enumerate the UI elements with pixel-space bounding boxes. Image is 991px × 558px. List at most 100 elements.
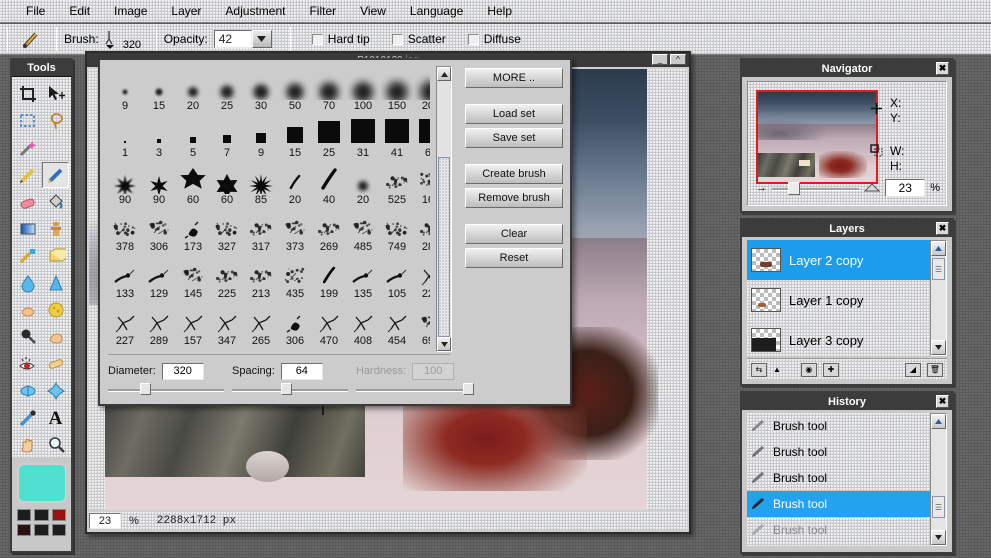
brush-swatch[interactable]: 157 <box>176 301 210 348</box>
save-set-button[interactable]: Save set <box>465 128 563 148</box>
sponge-tool[interactable] <box>42 297 69 323</box>
brush-swatch[interactable]: 221 <box>414 254 430 301</box>
brush-swatch[interactable]: 470 <box>312 301 346 348</box>
navigator-zoom-slider[interactable] <box>772 181 859 195</box>
history-list[interactable]: Brush tool Brush tool Brush tool Brush t… <box>747 413 930 546</box>
brush-swatch[interactable]: 227 <box>108 301 142 348</box>
brush-swatch[interactable]: 408 <box>346 301 380 348</box>
smudge-tool[interactable] <box>14 243 41 269</box>
history-row[interactable]: Brush tool <box>747 491 930 517</box>
menu-item-help[interactable]: Help <box>475 2 524 20</box>
rect-select-tool[interactable] <box>14 108 41 134</box>
brush-swatch[interactable]: 90 <box>142 160 176 207</box>
brush-swatch[interactable]: 347 <box>210 301 244 348</box>
brush-swatch[interactable]: 70 <box>312 66 346 113</box>
brush-swatch[interactable]: 25 <box>210 66 244 113</box>
history-row[interactable]: Brush tool <box>747 439 930 465</box>
scrollbar-thumb[interactable]: ☰ <box>932 496 945 518</box>
crop-tool[interactable] <box>14 81 41 107</box>
maximize-button[interactable]: ^ <box>670 54 686 65</box>
param-slider-thumb[interactable] <box>140 383 151 395</box>
zoom-in-icon[interactable] <box>864 181 880 195</box>
brush-swatch[interactable]: 90 <box>108 160 142 207</box>
navigator-zoom-thumb[interactable] <box>788 182 800 195</box>
brush-swatch[interactable]: 289 <box>142 301 176 348</box>
layers-scrollbar[interactable]: ☰ <box>930 240 947 356</box>
brush-swatch[interactable]: 15 <box>278 113 312 160</box>
brush-swatch[interactable]: 7 <box>210 113 244 160</box>
scrollbar-thumb[interactable] <box>438 157 450 337</box>
brushes-dialog[interactable]: 9152025305070100150200135791525314161909… <box>98 58 572 406</box>
brush-swatch[interactable]: 25 <box>312 113 346 160</box>
scroll-down-button[interactable] <box>437 337 451 351</box>
palette-swatch[interactable] <box>52 524 66 536</box>
menu-item-file[interactable]: File <box>14 2 57 20</box>
brush-tool[interactable] <box>42 162 69 188</box>
burn-tool[interactable] <box>14 324 41 350</box>
text-tool[interactable]: A <box>42 405 69 431</box>
brush-swatch[interactable]: 269 <box>312 207 346 254</box>
brush-swatch[interactable]: 749 <box>380 207 414 254</box>
palette-swatch[interactable] <box>34 524 48 536</box>
layers-list[interactable]: Layer 2 copy ✓ Layer 1 copy ✓ Layer 3 co… <box>747 240 947 356</box>
scatter-checkbox[interactable]: Scatter <box>392 32 446 46</box>
brush-swatch[interactable]: 30 <box>244 66 278 113</box>
hand-tool[interactable] <box>14 432 41 458</box>
close-icon[interactable]: ✖ <box>936 62 949 75</box>
brush-swatch[interactable]: 129 <box>142 254 176 301</box>
brush-swatch[interactable]: 9 <box>244 113 278 160</box>
brush-swatch[interactable]: 5 <box>176 113 210 160</box>
scroll-up-button[interactable] <box>931 241 946 256</box>
param-value-field[interactable]: 320 <box>162 363 204 380</box>
blur-tool[interactable] <box>14 270 41 296</box>
patch-tool[interactable] <box>42 351 69 377</box>
brush-swatch[interactable]: 378 <box>108 207 142 254</box>
brush-swatch[interactable]: 698 <box>414 301 430 348</box>
navigator-body[interactable]: X: Y: W: H: → 23 % <box>747 81 947 206</box>
close-icon[interactable]: ✖ <box>936 395 949 408</box>
history-row[interactable]: Brush tool <box>747 465 930 491</box>
brush-swatch[interactable]: 150 <box>380 66 414 113</box>
brush-swatch[interactable]: 15 <box>142 66 176 113</box>
brush-swatch[interactable]: 100 <box>346 66 380 113</box>
palette-swatch[interactable] <box>52 509 66 521</box>
bloat-tool[interactable] <box>42 378 69 404</box>
opacity-dropdown-button[interactable] <box>252 30 272 48</box>
brush-swatch[interactable]: 133 <box>108 254 142 301</box>
zoom-out-icon[interactable]: → <box>756 182 767 194</box>
opacity-input[interactable]: 42 <box>214 30 252 48</box>
magic-wand-tool[interactable] <box>14 135 41 161</box>
brush-swatch[interactable]: 31 <box>346 113 380 160</box>
status-zoom-field[interactable]: 23 <box>89 513 121 529</box>
load-set-button[interactable]: Load set <box>465 104 563 124</box>
brush-swatch[interactable]: 50 <box>278 66 312 113</box>
brush-swatch[interactable]: 162 <box>414 160 430 207</box>
menu-item-image[interactable]: Image <box>102 2 159 20</box>
brush-swatch[interactable]: 20 <box>176 66 210 113</box>
brush-swatch[interactable]: 306 <box>278 301 312 348</box>
brush-swatch[interactable]: 60 <box>176 160 210 207</box>
eyedropper-tool[interactable] <box>14 405 41 431</box>
brush-swatch[interactable]: 485 <box>346 207 380 254</box>
menu-item-edit[interactable]: Edit <box>57 2 102 20</box>
scroll-down-button[interactable] <box>931 340 946 355</box>
brush-swatch[interactable]: 373 <box>278 207 312 254</box>
menu-item-filter[interactable]: Filter <box>297 2 348 20</box>
brush-swatch[interactable]: 1 <box>108 113 142 160</box>
lasso-tool[interactable] <box>42 108 69 134</box>
brush-swatch[interactable]: 225 <box>210 254 244 301</box>
pinch-tool[interactable] <box>14 378 41 404</box>
reset-button[interactable]: Reset <box>465 248 563 268</box>
brush-swatch[interactable]: 281 <box>414 207 430 254</box>
brush-swatch[interactable]: 40 <box>312 160 346 207</box>
brush-swatch[interactable]: 41 <box>380 113 414 160</box>
palette-swatch[interactable] <box>17 509 31 521</box>
scroll-down-button[interactable] <box>931 530 946 545</box>
clone-stamp-tool[interactable] <box>42 216 69 242</box>
brush-grid-scrollbar[interactable] <box>436 66 452 352</box>
eraser-tool[interactable] <box>14 189 41 215</box>
foreground-color-swatch[interactable] <box>17 463 67 503</box>
navigator-zoom-field[interactable]: 23 <box>885 179 925 197</box>
diffuse-checkbox[interactable]: Diffuse <box>468 32 521 46</box>
param-value-field[interactable]: 64 <box>281 363 323 380</box>
